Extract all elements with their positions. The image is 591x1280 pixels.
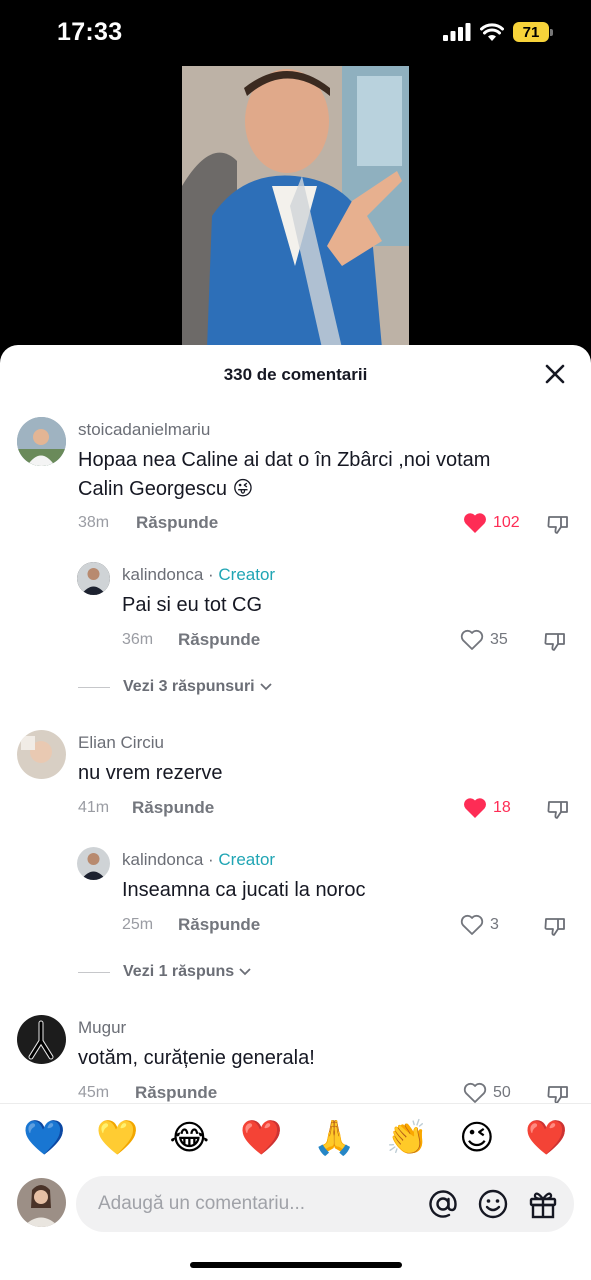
status-bar: 17:33 71 [0,0,591,66]
comment-input-placeholder: Adaugă un comentariu... [98,1193,306,1214]
comment-time: 38m [78,514,110,531]
comment-item: Elian Circiu nu vrem rezerve 41m Răspund… [0,730,591,825]
chevron-down-icon [239,968,251,976]
emoji-yellow-heart[interactable]: 💛 [96,1121,138,1155]
dislike-icon[interactable] [546,512,570,536]
heart-outline-icon [463,1082,487,1103]
avatar[interactable] [17,417,66,466]
dislike-icon[interactable] [546,797,570,821]
user-avatar[interactable] [17,1178,66,1227]
dislike-icon[interactable] [543,629,567,653]
reply-item: kalindonca · Creator Inseamna ca jucati … [0,845,591,940]
comment-item: Mugur votăm, curățenie generala! 45m Răs… [0,1015,591,1110]
like-count: 3 [490,916,499,933]
comment-username[interactable]: kalindonca · Creator [122,850,275,870]
like-button[interactable]: 35 [460,629,508,651]
reply-button[interactable]: Răspunde [178,630,260,650]
emoji-red-heart[interactable]: ❤️ [240,1121,282,1155]
battery-icon: 71 [513,22,553,42]
reply-button[interactable]: Răspunde [135,1083,217,1103]
mention-icon[interactable] [428,1189,458,1219]
heart-filled-icon [464,798,486,818]
emoji-clap[interactable]: 👏 [386,1121,428,1155]
like-button[interactable]: 50 [463,1082,511,1104]
status-time: 17:33 [57,18,123,46]
emoji-blue-heart[interactable]: 💙 [23,1121,65,1155]
like-count: 50 [493,1084,511,1101]
status-icons: 71 [443,22,553,42]
comment-text: Pai si eu tot CG [122,594,263,616]
battery-level: 71 [513,22,549,42]
heart-outline-icon [460,629,484,650]
creator-badge: Creator [218,565,276,584]
comment-username[interactable]: stoicadanielmariu [78,420,210,440]
wifi-icon [480,23,504,41]
comments-count-title: 330 de comentarii [223,365,368,384]
sheet-header: 330 de comentarii [0,345,591,403]
emoji-quick-bar: 💙 💛 😂 ❤️ 🙏 👏 😉 ❤️ [0,1103,591,1171]
like-button[interactable]: 3 [460,914,499,936]
comment-input[interactable]: Adaugă un comentariu... [76,1176,574,1232]
video-person-image [182,66,409,348]
like-count: 102 [493,514,520,531]
comment-text: Inseamna ca jucati la noroc [122,879,366,901]
comment-text: votăm, curățenie generala! [78,1047,315,1069]
emoji-pray[interactable]: 🙏 [313,1121,355,1155]
avatar[interactable] [77,562,110,595]
comment-time: 41m [78,799,110,816]
like-count: 18 [493,799,511,816]
close-icon[interactable] [543,362,567,386]
comment-username[interactable]: kalindonca · Creator [122,565,275,585]
reply-item: kalindonca · Creator Pai si eu tot CG 36… [0,560,591,655]
reply-button[interactable]: Răspunde [132,798,214,818]
gift-icon[interactable] [528,1189,558,1219]
avatar[interactable] [17,730,66,779]
comment-username[interactable]: Mugur [78,1018,126,1038]
reply-button[interactable]: Răspunde [136,513,218,533]
emoji-laughing[interactable]: 😂 [169,1121,209,1155]
view-replies-button[interactable]: Vezi 3 răspunsuri [78,678,273,696]
emoji-red-heart-2[interactable]: ❤️ [525,1121,567,1155]
like-button[interactable]: 102 [463,512,520,534]
video-preview[interactable] [182,66,409,348]
input-icons [428,1189,558,1219]
like-button[interactable]: 18 [463,797,511,819]
reply-button[interactable]: Răspunde [178,915,260,935]
avatar[interactable] [17,1015,66,1064]
comment-text: Hopaa nea Caline ai dat o în Zbârci ,noi… [78,449,491,500]
like-count: 35 [490,631,508,648]
dislike-icon[interactable] [543,914,567,938]
comment-text: nu vrem rezerve [78,762,223,784]
home-indicator [190,1262,402,1268]
emoji-wink[interactable]: 😉 [459,1121,494,1155]
signal-icon [443,23,471,41]
emoji-icon[interactable] [478,1189,508,1219]
comment-username[interactable]: Elian Circiu [78,733,164,753]
avatar[interactable] [77,847,110,880]
heart-outline-icon [460,914,484,935]
comment-time: 36m [122,631,154,648]
comment-time: 25m [122,916,154,933]
creator-badge: Creator [218,850,276,869]
view-replies-button[interactable]: Vezi 1 răspuns [78,963,252,981]
heart-filled-icon [464,513,486,533]
comment-item: stoicadanielmariu Hopaa nea Caline ai da… [0,415,591,535]
comment-input-bar: Adaugă un comentariu... [0,1171,591,1280]
comment-time: 45m [78,1084,110,1101]
chevron-down-icon [259,683,272,691]
